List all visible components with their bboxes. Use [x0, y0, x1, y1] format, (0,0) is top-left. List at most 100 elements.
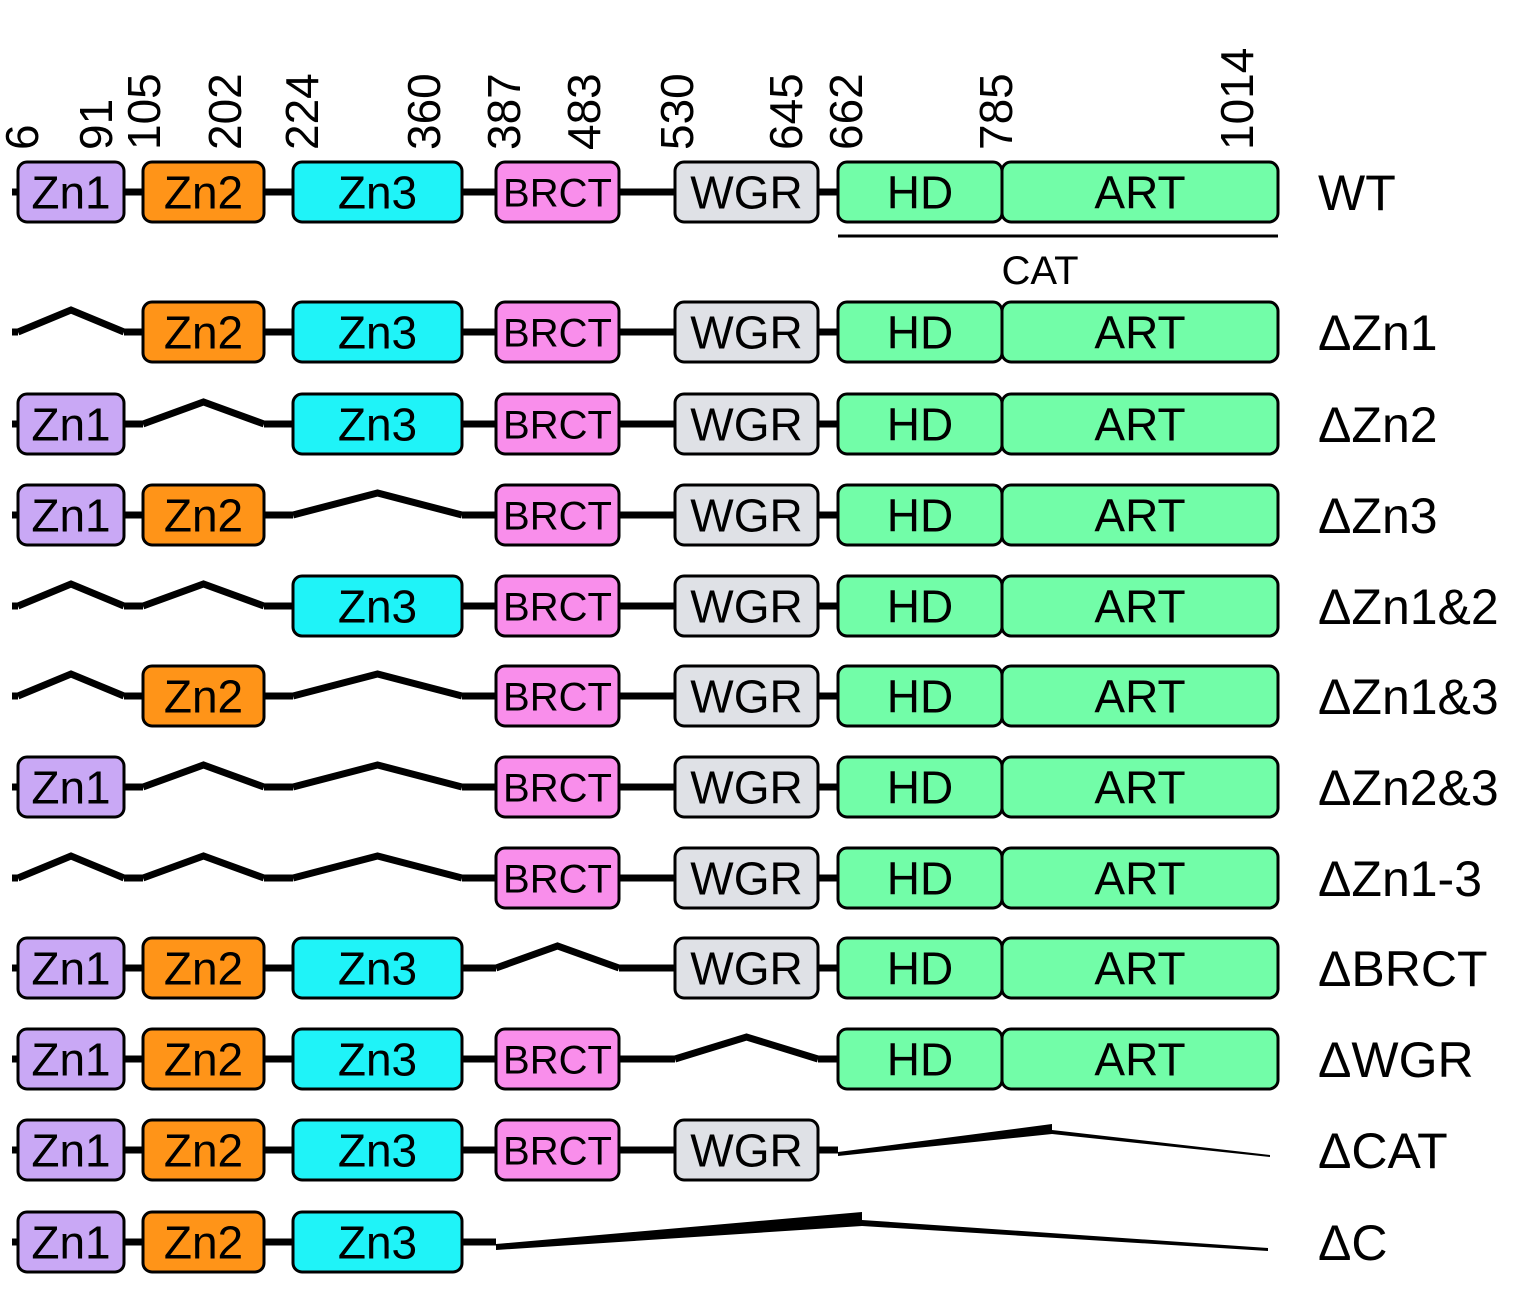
deletion-caret: [292, 670, 463, 700]
deletion-caret: [16, 306, 126, 336]
domain-label: Zn1: [31, 1125, 110, 1177]
domain-label: HD: [887, 1034, 953, 1086]
domain-label: BRCT: [503, 1038, 612, 1082]
domain-label: ART: [1094, 671, 1185, 723]
domain-label: WGR: [690, 1125, 802, 1177]
position-label: 1014: [1211, 48, 1263, 150]
construct-row: Zn2 Zn3 BRCT WGR HD ART ΔZn1: [12, 300, 1438, 364]
domain-label: BRCT: [503, 403, 612, 447]
domain-label: Zn1: [31, 1217, 110, 1269]
domain-label: BRCT: [503, 766, 612, 810]
position-label: 224: [276, 73, 328, 150]
domain-label: Zn1: [31, 167, 110, 219]
domain-label: ART: [1094, 399, 1185, 451]
domain-label: Zn3: [338, 581, 417, 633]
domain-label: Zn1: [31, 399, 110, 451]
position-label: 645: [760, 73, 812, 150]
deletion-caret: [141, 398, 266, 428]
domain-label: Zn2: [164, 167, 243, 219]
domain-label: Zn2: [164, 1217, 243, 1269]
construct-row: Zn2 BRCT WGR HD ART ΔZn1&3: [12, 664, 1499, 728]
domain-label: BRCT: [503, 857, 612, 901]
domain-label: HD: [887, 167, 953, 219]
domain-label: Zn2: [164, 1034, 243, 1086]
construct-label: ΔZn1&2: [1318, 579, 1499, 635]
construct-row: Zn1 Zn2 BRCT WGR HD ART ΔZn3: [12, 483, 1438, 547]
domain-label: WGR: [690, 581, 802, 633]
construct-label: ΔZn1: [1318, 305, 1438, 361]
construct-label: ΔWGR: [1318, 1032, 1474, 1088]
construct-label: ΔBRCT: [1318, 941, 1488, 997]
position-label: 785: [970, 73, 1022, 150]
domain-label: BRCT: [503, 1129, 612, 1173]
construct-row: BRCT WGR HD ART ΔZn1-3: [12, 846, 1482, 910]
domain-label: Zn1: [31, 490, 110, 542]
domain-label: HD: [887, 399, 953, 451]
position-label: 360: [398, 73, 450, 150]
domain-label: Zn1: [31, 943, 110, 995]
construct-row: Zn1 Zn2 Zn3 BRCT WGR ΔCAT: [12, 1118, 1448, 1182]
domain-label: WGR: [690, 671, 802, 723]
deletion-caret: [141, 852, 266, 882]
position-label: 530: [651, 73, 703, 150]
position-label: 662: [820, 73, 872, 150]
position-label: 202: [199, 73, 251, 150]
domain-label: BRCT: [503, 171, 612, 215]
domain-label: WGR: [690, 490, 802, 542]
position-label: 387: [478, 73, 530, 150]
construct-rows: Zn1 Zn2 Zn3 BRCT WGR HD ART WT Zn2 Zn3 BRCT WGR HD AR…: [12, 160, 1499, 1274]
deletion-caret: [292, 761, 463, 791]
domain-label: ART: [1094, 943, 1185, 995]
deletion-wedge: [838, 1124, 1270, 1157]
domain-label: ART: [1094, 490, 1185, 542]
construct-row: Zn1 Zn2 Zn3 WGR HD ART ΔBRCT: [12, 936, 1488, 1000]
domain-label: BRCT: [503, 675, 612, 719]
deletion-wedge: [496, 1212, 1268, 1251]
domain-label: Zn3: [338, 167, 417, 219]
deletion-caret: [292, 489, 463, 519]
domain-label: Zn1: [31, 762, 110, 814]
domain-label: HD: [887, 307, 953, 359]
position-label: 483: [558, 73, 610, 150]
position-label: 91: [70, 99, 122, 150]
position-label: 105: [118, 73, 170, 150]
construct-label: ΔZn1&3: [1318, 669, 1499, 725]
domain-label: Zn3: [338, 1217, 417, 1269]
domain-label: WGR: [690, 399, 802, 451]
construct-label: ΔZn3: [1318, 488, 1438, 544]
construct-row: Zn1 BRCT WGR HD ART ΔZn2&3: [12, 755, 1499, 819]
construct-label: ΔC: [1318, 1215, 1388, 1271]
construct-label: ΔZn2&3: [1318, 760, 1499, 816]
domain-label: WGR: [690, 762, 802, 814]
domain-label: Zn2: [164, 307, 243, 359]
construct-row: Zn1 Zn2 Zn3 ΔC: [12, 1210, 1388, 1274]
domain-label: Zn3: [338, 943, 417, 995]
deletion-caret: [16, 852, 126, 882]
domain-label: HD: [887, 671, 953, 723]
deletion-caret: [494, 942, 621, 972]
construct-row: Zn1 Zn2 Zn3 BRCT WGR HD ART WT: [12, 160, 1396, 224]
domain-label: ART: [1094, 1034, 1185, 1086]
domain-label: BRCT: [503, 494, 612, 538]
construct-label: ΔZn2: [1318, 397, 1438, 453]
domain-label: Zn2: [164, 1125, 243, 1177]
deletion-caret: [16, 580, 126, 610]
domain-label: ART: [1094, 307, 1185, 359]
domain-label: HD: [887, 853, 953, 905]
deletion-caret: [141, 761, 266, 791]
deletion-caret: [16, 670, 126, 700]
deletion-caret: [141, 580, 266, 610]
domain-label: Zn3: [338, 307, 417, 359]
domain-label: Zn2: [164, 943, 243, 995]
domain-label: HD: [887, 762, 953, 814]
domain-label: WGR: [690, 943, 802, 995]
domain-label: ART: [1094, 167, 1185, 219]
domain-label: Zn2: [164, 490, 243, 542]
domain-label: WGR: [690, 307, 802, 359]
construct-row: Zn1 Zn2 Zn3 BRCT HD ART ΔWGR: [12, 1027, 1474, 1091]
domain-label: HD: [887, 943, 953, 995]
deletion-caret: [673, 1033, 820, 1063]
domain-label: WGR: [690, 853, 802, 905]
residue-position-labels: 6 91105 202 224 360 387 483 530 645 662 785 1014: [0, 48, 1263, 150]
domain-label: Zn3: [338, 1034, 417, 1086]
